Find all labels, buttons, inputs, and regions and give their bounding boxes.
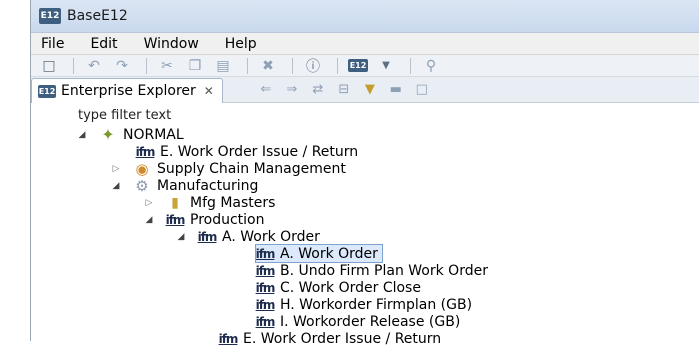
new-icon[interactable]: □ <box>37 57 61 75</box>
tree-item-work-order-folder[interactable]: ◢ ifm A. Work Order <box>176 228 320 245</box>
tree-item[interactable]: ifm B. Undo Firm Plan Work Order <box>256 262 488 279</box>
ifm-icon: ifm <box>255 280 276 295</box>
tree-item[interactable]: ifm E. Work Order Issue / Return <box>218 330 442 347</box>
main-toolbar: □ ↶ ↷ ✂ ❐ ▤ ✖ ⓘ E12 ▼ ⚲ <box>31 55 699 77</box>
menu-window[interactable]: Window <box>144 36 199 52</box>
forward-icon[interactable]: ↷ <box>110 57 134 75</box>
ifm-icon: ifm <box>255 246 276 261</box>
tree-item-label: Mfg Masters <box>190 194 276 211</box>
view-header: E12 Enterprise Explorer ✕ ⇐ ⇒ ⇄ ⊟ ▼ ▬ □ <box>31 77 699 103</box>
maximize-icon[interactable]: □ <box>409 82 435 97</box>
search-icon[interactable]: ⚲ <box>419 57 443 75</box>
back-icon[interactable]: ↶ <box>82 57 106 75</box>
copy-icon[interactable]: ❐ <box>183 57 207 75</box>
delete-icon[interactable]: ✖ <box>256 57 280 75</box>
expand-icon[interactable]: ◢ <box>77 130 87 140</box>
collapse-icon[interactable]: ⊟ <box>331 82 357 97</box>
tree-item-label: E. Work Order Issue / Return <box>160 143 359 160</box>
toolbar-separator <box>146 57 147 74</box>
toolbar-separator <box>337 57 338 74</box>
tree-item[interactable]: ifm H. Workorder Firmplan (GB) <box>256 296 472 313</box>
tree-item-normal[interactable]: ◢ ✦ NORMAL <box>77 125 184 144</box>
tree-item-label: I. Workorder Release (GB) <box>280 313 461 330</box>
tree-item-mfg-masters[interactable]: ▷ ▮ Mfg Masters <box>144 194 276 211</box>
supply-chain-icon: ◉ <box>135 159 149 178</box>
ifm-icon: ifm <box>135 144 156 159</box>
filter-input[interactable]: type filter text <box>78 108 171 123</box>
window-title: BaseE12 <box>67 8 128 24</box>
ifm-icon: ifm <box>255 297 276 312</box>
view-toolbar: ⇐ ⇒ ⇄ ⊟ ▼ ▬ □ <box>253 82 435 97</box>
tab-enterprise-explorer[interactable]: E12 Enterprise Explorer ✕ <box>31 78 223 103</box>
menu-edit[interactable]: Edit <box>90 36 117 52</box>
tree-item-label: NORMAL <box>123 126 184 143</box>
close-icon[interactable]: ✕ <box>204 84 214 98</box>
app-window: E12 BaseE12 File Edit Window Help □ ↶ ↷ … <box>30 0 699 347</box>
book-icon: ▮ <box>171 194 179 211</box>
dropdown-icon[interactable]: ▼ <box>374 57 398 75</box>
app-icon: E12 <box>39 8 61 24</box>
tree-item-label: Manufacturing <box>157 177 259 194</box>
tree-item-label: Production <box>190 211 265 228</box>
tree-item-label: C. Work Order Close <box>280 279 421 296</box>
tree-item-label: Supply Chain Management <box>157 160 346 177</box>
tree-item-label: E. Work Order Issue / Return <box>243 330 442 347</box>
menu-bar: File Edit Window Help <box>31 33 699 55</box>
tree-item-label: H. Workorder Firmplan (GB) <box>280 296 473 313</box>
tab-label: Enterprise Explorer <box>61 83 196 99</box>
toolbar-separator <box>410 57 411 74</box>
minimize-icon[interactable]: ▬ <box>383 82 409 97</box>
tree-item-label: B. Undo Firm Plan Work Order <box>280 262 488 279</box>
title-bar: E12 BaseE12 <box>31 0 699 33</box>
link-icon[interactable]: ⇄ <box>305 82 331 97</box>
perspective-icon[interactable]: E12 <box>346 57 370 75</box>
gear-icon: ⚙ <box>135 176 149 195</box>
tree-item[interactable]: ifm I. Workorder Release (GB) <box>255 313 461 330</box>
tree-item-manufacturing[interactable]: ◢ ⚙ Manufacturing <box>111 176 259 195</box>
toolbar-separator <box>73 57 74 74</box>
ifm-icon: ifm <box>165 212 186 227</box>
toolbar-separator <box>247 57 248 74</box>
menu-help[interactable]: Help <box>225 36 257 52</box>
tree-item-label: A. Work Order <box>280 245 378 262</box>
tree-item[interactable]: ifm C. Work Order Close <box>256 279 421 296</box>
explorer-tab-icon: E12 <box>38 84 56 98</box>
ifm-icon: ifm <box>218 331 239 346</box>
tree-item-supply-chain[interactable]: ▷ ◉ Supply Chain Management <box>111 159 346 178</box>
ifm-icon: ifm <box>197 229 218 244</box>
ifm-icon: ifm <box>255 263 276 278</box>
expand-icon[interactable]: ◢ <box>111 181 121 191</box>
tree-item-production[interactable]: ◢ ifm Production <box>144 211 265 228</box>
back-nav-icon[interactable]: ⇐ <box>253 82 279 97</box>
tree-item-label: A. Work Order <box>222 228 320 245</box>
expand-icon[interactable]: ◢ <box>144 215 154 225</box>
view-menu-icon[interactable]: ▼ <box>357 82 383 97</box>
paste-icon[interactable]: ▤ <box>211 57 235 75</box>
menu-file[interactable]: File <box>41 36 64 52</box>
forward-nav-icon[interactable]: ⇒ <box>279 82 305 97</box>
help-icon[interactable]: ⓘ <box>301 57 325 75</box>
toolbar-separator <box>292 57 293 74</box>
collapsed-icon[interactable]: ▷ <box>144 198 154 208</box>
perspective-badge: E12 <box>348 59 368 72</box>
ifm-icon: ifm <box>255 314 276 329</box>
expand-icon[interactable]: ◢ <box>176 232 186 242</box>
collapsed-icon[interactable]: ▷ <box>111 164 121 174</box>
cut-icon[interactable]: ✂ <box>155 57 179 75</box>
tree-item-selected[interactable]: ifm A. Work Order <box>255 244 383 263</box>
normal-icon: ✦ <box>101 125 115 144</box>
tree-item[interactable]: ifm E. Work Order Issue / Return <box>135 143 359 160</box>
